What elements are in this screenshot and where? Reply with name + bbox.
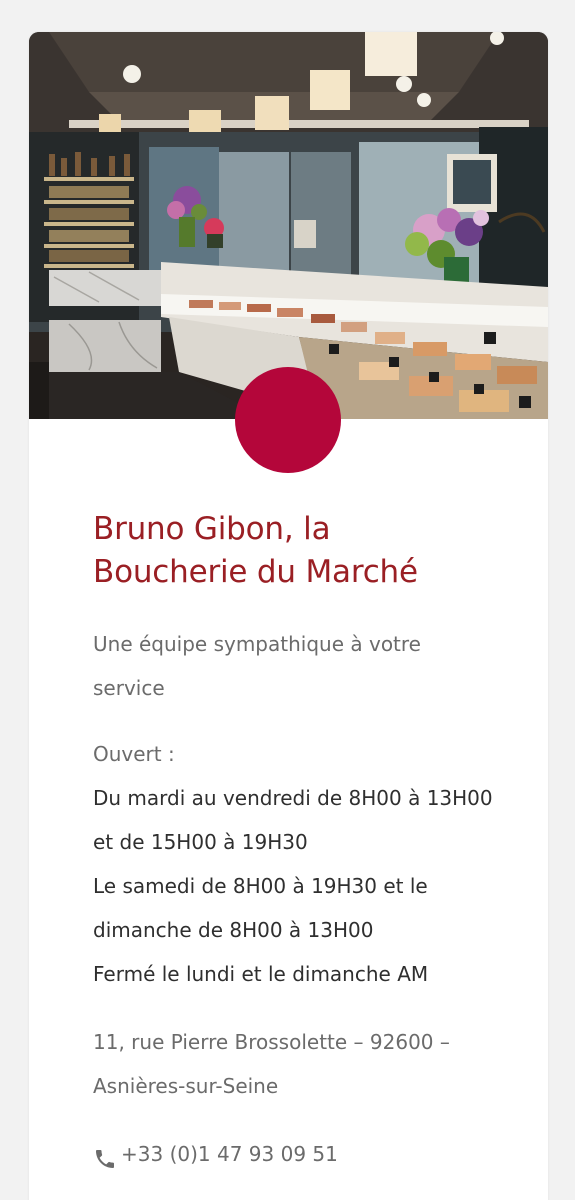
hours-line: Fermé le lundi et le dimanche AM [93,962,429,986]
brand-badge [235,367,341,473]
page: Bruno Gibon, la Boucherie du Marché Une … [0,0,575,1200]
shop-card: Bruno Gibon, la Boucherie du Marché Une … [29,32,548,1200]
hours-line: Le samedi de 8H00 à 19H30 et le dimanche… [93,874,428,942]
shop-interior-photo [29,32,548,419]
phone-row: +33 (0)1 47 93 09 51 [93,1132,493,1176]
hours-label: Ouvert : [93,742,175,766]
shop-title: Bruno Gibon, la Boucherie du Marché [93,511,418,590]
shop-address: 11, rue Pierre Brossolette – 92600 – Asn… [93,1030,450,1098]
card-content: Bruno Gibon, la Boucherie du Marché Une … [93,508,493,1176]
hours-line: Du mardi au vendredi de 8H00 à 13H00 et … [93,786,493,854]
opening-hours: Ouvert : Du mardi au vendredi de 8H00 à … [93,732,493,996]
tagline: Une équipe sympathique à votre service [93,632,421,700]
phone-link[interactable]: +33 (0)1 47 93 09 51 [121,1132,338,1176]
phone-icon [93,1142,117,1168]
